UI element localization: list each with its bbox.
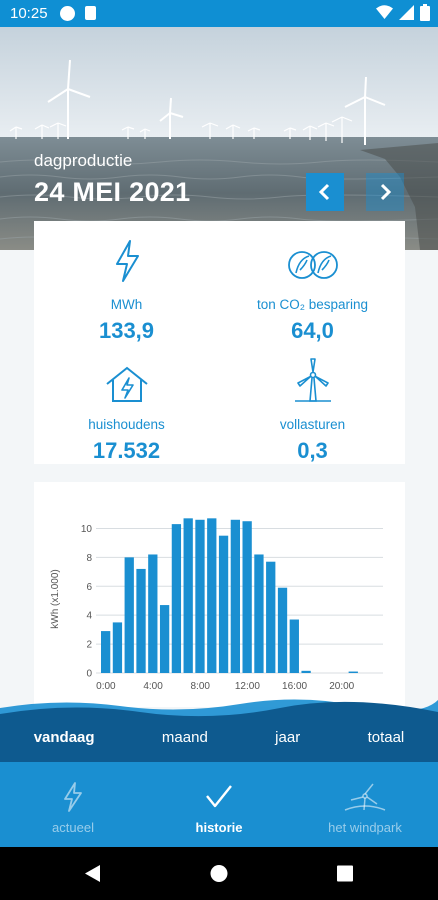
y-tick-label: 10 bbox=[81, 524, 93, 535]
home-icon[interactable] bbox=[210, 865, 228, 882]
stat-label: MWh bbox=[110, 297, 143, 312]
chart-bar[interactable] bbox=[171, 524, 182, 673]
y-tick-label: 0 bbox=[86, 669, 92, 680]
chart-bar[interactable] bbox=[277, 587, 288, 673]
chart-bar[interactable] bbox=[148, 554, 158, 673]
chart-bar[interactable] bbox=[301, 670, 311, 673]
previous-day-button[interactable] bbox=[306, 173, 344, 211]
signal-icon bbox=[399, 5, 414, 20]
chart-bar[interactable] bbox=[195, 519, 205, 673]
stat-households: huishoudens 17.532 bbox=[34, 353, 219, 464]
sim-card-icon bbox=[85, 6, 96, 20]
chart-bar[interactable] bbox=[348, 671, 358, 673]
recents-icon[interactable] bbox=[337, 865, 353, 882]
nav-actueel[interactable]: actueel bbox=[0, 762, 146, 847]
stat-value: 0,3 bbox=[297, 438, 328, 463]
chart-bar[interactable] bbox=[242, 521, 252, 673]
house-lightning-icon bbox=[105, 366, 148, 402]
chart-bar[interactable] bbox=[101, 631, 111, 673]
period-tabs: vandaag maand jaar totaal bbox=[0, 712, 438, 762]
windpark-icon bbox=[344, 783, 386, 811]
stat-mwh: MWh 133,9 bbox=[34, 233, 219, 344]
production-chart-card: 0 2 4 6 8 10 0:00 4:00 8:00 12:00 16:00 20:00 kWh … bbox=[34, 482, 405, 707]
chart-bar[interactable] bbox=[230, 519, 240, 673]
tab-totaal[interactable]: totaal bbox=[360, 729, 413, 746]
stat-full-load-hours: vollasturen 0,3 bbox=[220, 353, 405, 464]
stat-value: 64,0 bbox=[291, 318, 334, 343]
chart-bar[interactable] bbox=[207, 518, 217, 673]
stat-label: vollasturen bbox=[279, 417, 346, 432]
wind-farm-photo bbox=[0, 27, 438, 250]
notification-icon bbox=[60, 6, 75, 21]
y-axis-label: kWh (x1.000) bbox=[50, 569, 61, 628]
system-navigation-bar bbox=[0, 847, 438, 900]
date-label: dagproductie bbox=[34, 151, 133, 170]
status-bar: 10:25 bbox=[0, 0, 438, 27]
chart-bar[interactable] bbox=[218, 535, 229, 673]
stat-value: 133,9 bbox=[98, 318, 155, 343]
production-bar-chart: 0246810 0:00 4:00 8:00 12:00 16:00 20:00 kWh … bbox=[50, 518, 383, 692]
tab-jaar[interactable]: jaar bbox=[267, 729, 308, 746]
leaves-icon bbox=[287, 251, 338, 279]
chevron-right-icon bbox=[380, 183, 392, 201]
stat-label: ton CO₂ besparing bbox=[256, 297, 369, 312]
chart-bar[interactable] bbox=[289, 619, 299, 673]
y-tick-label: 6 bbox=[86, 582, 92, 593]
nav-historie[interactable]: historie bbox=[146, 762, 292, 847]
lightning-icon bbox=[115, 240, 139, 282]
y-tick-label: 8 bbox=[86, 553, 92, 564]
stat-value: 17.532 bbox=[92, 438, 161, 463]
stat-label: huishoudens bbox=[88, 417, 165, 432]
chart-bar[interactable] bbox=[124, 557, 134, 673]
nav-label: het windpark bbox=[328, 820, 402, 835]
checkmark-icon bbox=[206, 785, 232, 808]
chart-bar[interactable] bbox=[136, 568, 146, 673]
chart-bar[interactable] bbox=[254, 554, 264, 673]
chart-bar[interactable] bbox=[183, 518, 193, 673]
date-value: 24 MEI 2021 bbox=[34, 177, 191, 207]
back-icon[interactable] bbox=[85, 865, 100, 882]
nav-label: historie bbox=[195, 820, 243, 835]
nav-label: actueel bbox=[52, 820, 94, 835]
y-tick-label: 2 bbox=[86, 640, 92, 651]
wifi-icon bbox=[376, 5, 393, 19]
nav-windpark[interactable]: het windpark bbox=[292, 762, 438, 847]
status-time: 10:25 bbox=[10, 5, 48, 22]
stats-card: MWh 133,9 ton CO₂ besparing 64,0 huishou… bbox=[34, 221, 405, 464]
chart-bar[interactable] bbox=[159, 605, 170, 673]
stat-co2: ton CO₂ besparing 64,0 bbox=[220, 233, 405, 344]
chevron-left-icon bbox=[318, 183, 330, 201]
tab-vandaag[interactable]: vandaag bbox=[26, 729, 103, 746]
next-day-button[interactable] bbox=[366, 173, 404, 211]
lightning-icon bbox=[64, 782, 82, 812]
chart-bar[interactable] bbox=[266, 561, 276, 673]
wind-turbine-icon bbox=[294, 358, 331, 402]
battery-icon bbox=[420, 4, 430, 21]
tab-maand[interactable]: maand bbox=[154, 729, 216, 746]
hero-image: dagproductie 24 MEI 2021 bbox=[0, 27, 438, 250]
bottom-navigation: actueel historie het windpark bbox=[0, 762, 438, 847]
chart-bar[interactable] bbox=[112, 622, 123, 673]
y-tick-label: 4 bbox=[86, 611, 92, 622]
